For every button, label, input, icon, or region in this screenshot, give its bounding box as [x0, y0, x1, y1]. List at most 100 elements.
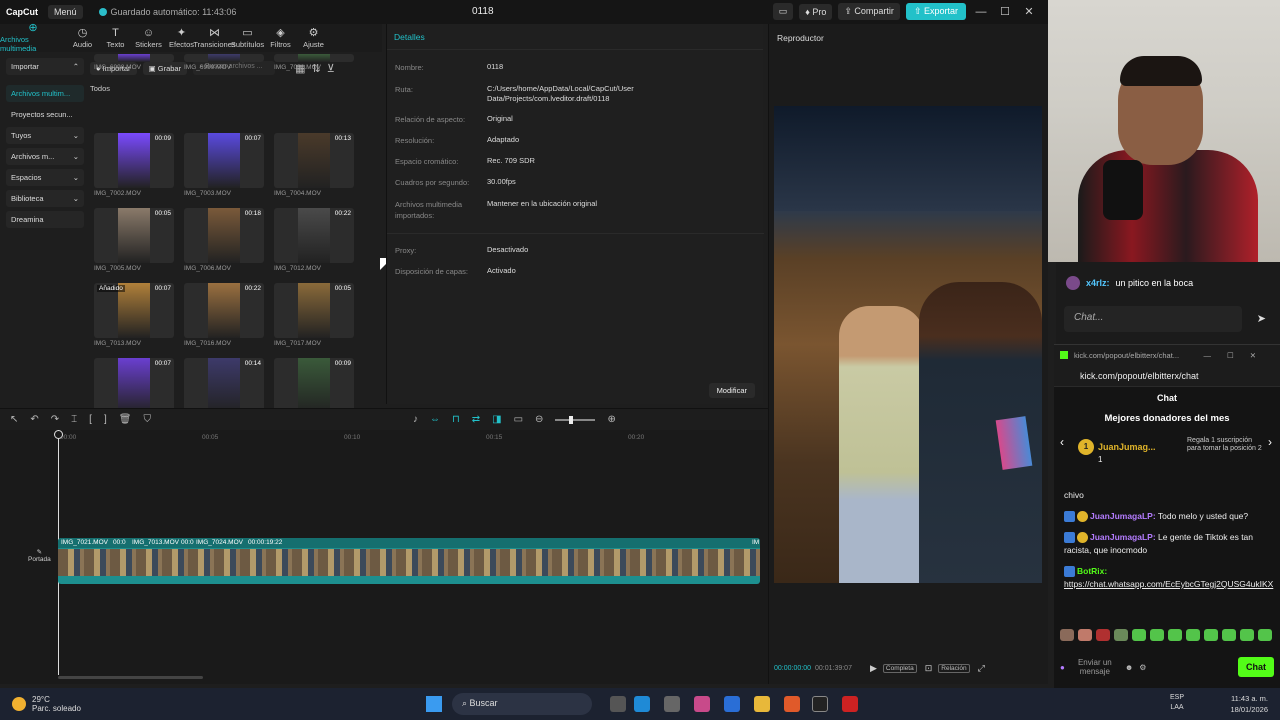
menu-button[interactable]: Menú [48, 5, 83, 19]
emote-icon[interactable] [1168, 629, 1182, 641]
crop-icon[interactable]: ⊡ [925, 663, 933, 674]
split-icon[interactable]: ⌶ [71, 414, 77, 425]
task-view-icon[interactable] [610, 696, 626, 712]
emoji-icon[interactable]: ☻ [1125, 663, 1133, 672]
mic-icon[interactable]: ● [1060, 663, 1065, 672]
media-thumbnail[interactable]: IMG_7001.MOV [274, 54, 354, 71]
capcut-icon[interactable] [812, 696, 828, 712]
tab-adjust[interactable]: ⚙ Ajuste [297, 24, 330, 52]
brave-icon[interactable] [784, 696, 800, 712]
explorer-icon[interactable] [754, 696, 770, 712]
tab-media[interactable]: ⊕ Archivos multimedia [0, 23, 66, 54]
tab-subtitles[interactable]: ▭ Subtítulos [231, 24, 264, 52]
kick-url-bar[interactable]: kick.com/popout/elbitterx/chat [1054, 365, 1280, 387]
media-thumbnail[interactable]: 00:09 IMG_7002.MOV [94, 133, 174, 197]
fullscreen-icon[interactable]: ⤢ [978, 663, 985, 674]
media-thumbnail[interactable]: IMG_6998.MOV [94, 54, 174, 71]
trim-right-icon[interactable]: ] [104, 414, 107, 425]
tab-filters[interactable]: ◈ Filtros [264, 24, 297, 52]
app-icon[interactable] [694, 696, 710, 712]
tab-text[interactable]: T Texto [99, 24, 132, 52]
video-track[interactable]: IMG_7021.MOV 00:0 IMG_7013.MOV 00:0 IMG_7024… [58, 538, 760, 584]
magnet-icon[interactable]: ⊓ [452, 414, 460, 425]
media-thumbnail[interactable]: 00:09 [274, 358, 354, 413]
emote-icon[interactable] [1240, 629, 1254, 641]
tab-audio[interactable]: ◷ Audio [66, 24, 99, 52]
zoom-out-icon[interactable]: ⊖ [535, 414, 543, 425]
media-thumbnail[interactable]: 00:05 IMG_7005.MOV [94, 208, 174, 272]
media-thumbnail[interactable]: 00:18 IMG_7006.MOV [184, 208, 264, 272]
ratio-button[interactable]: Relación [938, 664, 970, 673]
copilot-icon[interactable] [664, 696, 680, 712]
sidebar-item-4[interactable]: Archivos m... ⌄ [6, 148, 84, 165]
edge-icon[interactable] [634, 696, 650, 712]
preview-axis-icon[interactable]: ◨ [492, 414, 501, 425]
media-thumbnail[interactable]: 00:07 Añadido IMG_7013.MOV [94, 283, 174, 347]
emote-icon[interactable] [1204, 629, 1218, 641]
close-icon[interactable]: ✕ [1020, 5, 1038, 18]
video-preview[interactable] [774, 106, 1042, 583]
link-icon[interactable]: ⇔ [430, 414, 440, 425]
media-thumbnail[interactable]: 00:22 IMG_7012.MOV [274, 208, 354, 272]
delete-icon[interactable]: 🗑 [119, 414, 132, 425]
maximize-icon[interactable]: ☐ [996, 5, 1014, 18]
sidebar-item-5[interactable]: Espacios ⌄ [6, 169, 84, 186]
media-thumbnail[interactable]: 00:22 IMG_7016.MOV [184, 283, 264, 347]
media-thumbnail[interactable]: 00:07 [94, 358, 174, 413]
undo-icon[interactable]: ↶ [30, 414, 38, 425]
emote-icon[interactable] [1186, 629, 1200, 641]
emote-icon[interactable] [1258, 629, 1272, 641]
emote-bar[interactable] [1060, 629, 1272, 641]
shield-icon[interactable]: ⛉ [143, 414, 151, 425]
layout-icon[interactable]: ▭ [772, 3, 794, 20]
select-tool-icon[interactable]: ↖ [10, 414, 18, 425]
chevron-right-icon[interactable]: › [1268, 435, 1272, 449]
minimize-icon[interactable]: — [972, 6, 990, 18]
emote-icon[interactable] [1096, 629, 1110, 641]
playhead-handle[interactable] [54, 430, 63, 439]
chat-send-button[interactable]: Chat [1238, 657, 1274, 677]
chevron-left-icon[interactable]: ‹ [1060, 435, 1064, 449]
caption-icon[interactable]: ▭ [514, 414, 523, 425]
weather-widget[interactable]: 29°C Parc. soleado [12, 695, 81, 713]
emote-icon[interactable] [1150, 629, 1164, 641]
share-button[interactable]: ⇪ Compartir [838, 3, 900, 20]
sidebar-item-2[interactable]: Proyectos secun... [6, 106, 84, 123]
pro-button[interactable]: ♦ Pro [799, 3, 833, 20]
media-thumbnail[interactable]: 00:07 IMG_7003.MOV [184, 133, 264, 197]
media-thumbnail[interactable]: 00:05 IMG_7017.MOV [274, 283, 354, 347]
play-icon[interactable]: ▶ [870, 663, 877, 674]
zoom-in-icon[interactable]: ⊕ [607, 414, 615, 425]
clock[interactable]: 11:43 a. m. 18/01/2026 [1230, 693, 1268, 715]
send-icon[interactable]: ➤ [1257, 312, 1266, 325]
sidebar-item-7[interactable]: Dreamina [6, 211, 84, 228]
chat-link[interactable]: https://chat.whatsapp.com/EcEybcGTegj2QU… [1064, 579, 1273, 589]
language-indicator[interactable]: ESP LAA [1170, 693, 1184, 713]
sidebar-item-0[interactable]: Importar ⌃ [6, 58, 84, 75]
sidebar-item-1[interactable]: Archivos multim... [6, 85, 84, 102]
microphone-icon[interactable]: ♪ [413, 414, 418, 425]
emote-icon[interactable] [1078, 629, 1092, 641]
cover-button[interactable]: ✎ Portada [28, 548, 51, 563]
send-message-input[interactable]: Enviar un mensaje [1071, 658, 1119, 676]
export-button[interactable]: ⇧ Exportar [905, 3, 966, 20]
taskbar-search[interactable]: ⌕ Buscar [452, 693, 592, 715]
start-icon[interactable] [426, 696, 442, 712]
snap-icon[interactable]: ⇄ [472, 414, 480, 425]
timeline[interactable]: 00:00 00:05 00:10 00:15 00:20 ✎ Portada IMG_7… [0, 430, 768, 684]
sidebar-item-3[interactable]: Tuyos ⌄ [6, 127, 84, 144]
settings-icon[interactable]: ⚙ [1139, 663, 1146, 672]
media-thumbnail[interactable]: 00:13 IMG_7004.MOV [274, 133, 354, 197]
store-icon[interactable] [724, 696, 740, 712]
timeline-scrollbar[interactable] [58, 676, 203, 679]
redo-icon[interactable]: ↷ [51, 414, 59, 425]
trim-left-icon[interactable]: [ [89, 414, 92, 425]
media-thumbnail[interactable]: IMG_6999.MOV [184, 54, 264, 71]
modify-button[interactable]: Modificar [708, 383, 755, 398]
tab-sticker[interactable]: ☺ Stickers [132, 24, 165, 52]
tab-transitions[interactable]: ⋈ Transiciones [193, 24, 235, 52]
emote-icon[interactable] [1222, 629, 1236, 641]
media-thumbnail[interactable]: 00:14 [184, 358, 264, 413]
emote-icon[interactable] [1132, 629, 1146, 641]
emote-icon[interactable] [1114, 629, 1128, 641]
